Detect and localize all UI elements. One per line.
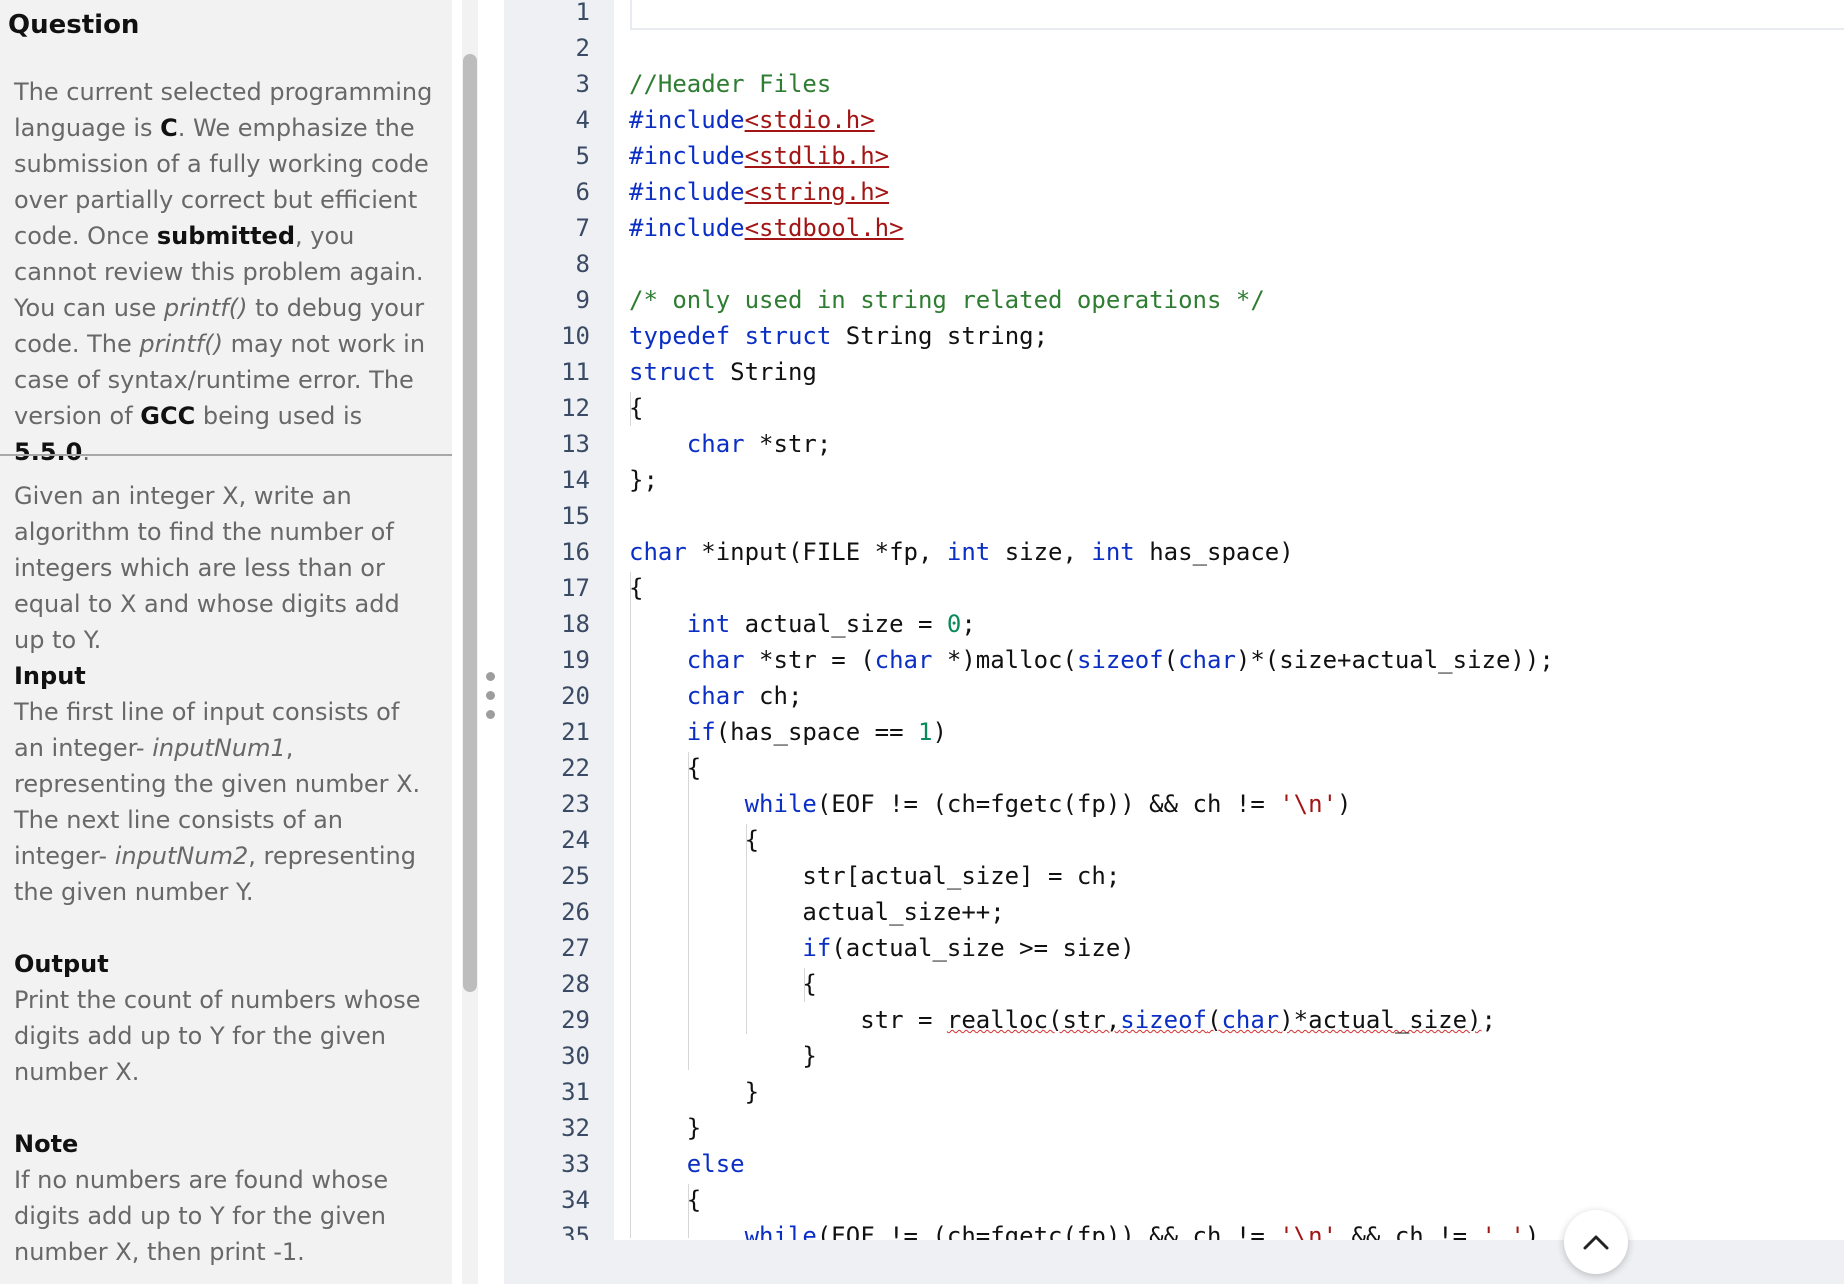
drag-handle-icon[interactable]	[486, 710, 495, 719]
code-line: }	[802, 1042, 817, 1070]
line-number: 17	[561, 574, 590, 602]
code-line: char ch;	[686, 682, 803, 710]
problem-description: Given an integer X, write an algorithm t…	[14, 478, 434, 658]
output-text: Print the count of numbers whose digits …	[14, 986, 421, 1086]
question-scrollbar-thumb[interactable]	[463, 54, 477, 992]
line-number: 31	[561, 1078, 590, 1106]
line-number: 4	[575, 106, 590, 134]
line-number: 14	[561, 466, 590, 494]
output-section: Output Print the count of numbers whose …	[14, 946, 434, 1090]
editor-bottom-bar	[504, 1240, 1844, 1284]
line-number: 32	[561, 1114, 590, 1142]
code-line: {	[802, 970, 817, 998]
code-line: actual_size++;	[802, 898, 1005, 926]
output-heading: Output	[14, 950, 109, 978]
code-line: }	[744, 1078, 760, 1106]
line-number: 34	[561, 1186, 590, 1214]
code-line: while(EOF != (ch=fgetc(fp)) && ch != '\n…	[744, 790, 1352, 818]
drag-handle-icon[interactable]	[486, 691, 495, 700]
line-number: 23	[561, 790, 590, 818]
problem-description-text: Given an integer X, write an algorithm t…	[14, 482, 400, 654]
line-number: 15	[561, 502, 590, 530]
code-line: #include<stdlib.h>	[629, 142, 890, 170]
code-line: };	[629, 466, 658, 494]
code-line: if(has_space == 1)	[686, 718, 947, 746]
line-number: 20	[561, 682, 590, 710]
question-panel: Question The current selected programmin…	[0, 0, 452, 1284]
line-number: 21	[561, 718, 590, 746]
line-number: 25	[561, 862, 590, 890]
line-number: 7	[575, 214, 590, 242]
code-line: str = realloc(str,sizeof(char)*actual_si…	[860, 1006, 1496, 1034]
code-line: str[actual_size] = ch;	[802, 862, 1121, 890]
language-info-text: The current selected programming languag…	[14, 78, 433, 466]
code-line: #include<string.h>	[629, 178, 890, 206]
line-number: 22	[561, 754, 590, 782]
note-heading: Note	[14, 1130, 79, 1158]
code-line: {	[629, 574, 644, 602]
code-line: #include<stdio.h>	[629, 106, 875, 134]
note-section: Note If no numbers are found whose digit…	[14, 1126, 434, 1270]
input-heading: Input	[14, 662, 86, 690]
drag-handle-icon[interactable]	[486, 672, 495, 681]
line-number: 33	[561, 1150, 590, 1178]
line-number: 10	[561, 322, 590, 350]
code-line: struct String	[629, 358, 817, 386]
code-line: #include<stdbool.h>	[629, 214, 904, 242]
line-number: 5	[575, 142, 590, 170]
input-text-2: The next line consists of an integer- in…	[14, 806, 416, 906]
code-line: {	[629, 394, 644, 422]
line-number: 28	[561, 970, 590, 998]
input-text-1: The first line of input consists of an i…	[14, 698, 421, 798]
line-number: 27	[561, 934, 590, 962]
scroll-to-top-button[interactable]	[1564, 1210, 1628, 1274]
code-line: {	[686, 754, 702, 782]
code-editor[interactable]: 1 2 3 4 5 6 7 8 9 10 11 12 13 14 15 16 1…	[504, 0, 1844, 1284]
code-line: {	[686, 1186, 702, 1214]
input-section: Input The first line of input consists o…	[14, 658, 434, 910]
editor-top-field[interactable]	[630, 0, 1844, 30]
note-text: If no numbers are found whose digits add…	[14, 1166, 389, 1266]
code-line: if(actual_size >= size)	[802, 934, 1135, 962]
code-line: {	[744, 826, 760, 854]
code-area[interactable]: //Header Files #include<stdio.h> #includ…	[629, 30, 1554, 1284]
panel-title: Question	[8, 10, 140, 40]
line-number: 12	[561, 394, 590, 422]
line-number: 6	[575, 178, 590, 206]
line-number: 11	[561, 358, 590, 386]
line-number: 2	[575, 34, 590, 62]
code-line: /* only used in string related operation…	[629, 286, 1265, 314]
line-number: 24	[561, 826, 590, 854]
line-number: 8	[575, 250, 590, 278]
line-number: 19	[561, 646, 590, 674]
code-line: else	[686, 1150, 745, 1178]
section-divider	[0, 454, 452, 456]
code-line: char *input(FILE *fp, int size, int has_…	[629, 538, 1294, 566]
code-line: }	[686, 1114, 702, 1142]
code-line: typedef struct String string;	[629, 322, 1049, 350]
line-number: 3	[575, 70, 590, 98]
line-number: 1	[575, 0, 590, 26]
language-info: The current selected programming languag…	[14, 74, 434, 470]
line-number: 9	[575, 286, 590, 314]
line-number-gutter: 1 2 3 4 5 6 7 8 9 10 11 12 13 14 15 16 1…	[504, 0, 614, 1250]
code-line: int actual_size = 0;	[686, 610, 976, 638]
panel-splitter[interactable]	[478, 0, 504, 1284]
line-number: 29	[561, 1006, 590, 1034]
chevron-up-icon	[1583, 1235, 1609, 1250]
line-number: 18	[561, 610, 590, 638]
code-line: char *str = (char *)malloc(sizeof(char)*…	[686, 646, 1554, 674]
code-line: char *str;	[686, 430, 832, 458]
line-number: 30	[561, 1042, 590, 1070]
line-number: 26	[561, 898, 590, 926]
line-number: 13	[561, 430, 590, 458]
code-line: //Header Files	[629, 70, 832, 98]
line-number: 16	[561, 538, 590, 566]
